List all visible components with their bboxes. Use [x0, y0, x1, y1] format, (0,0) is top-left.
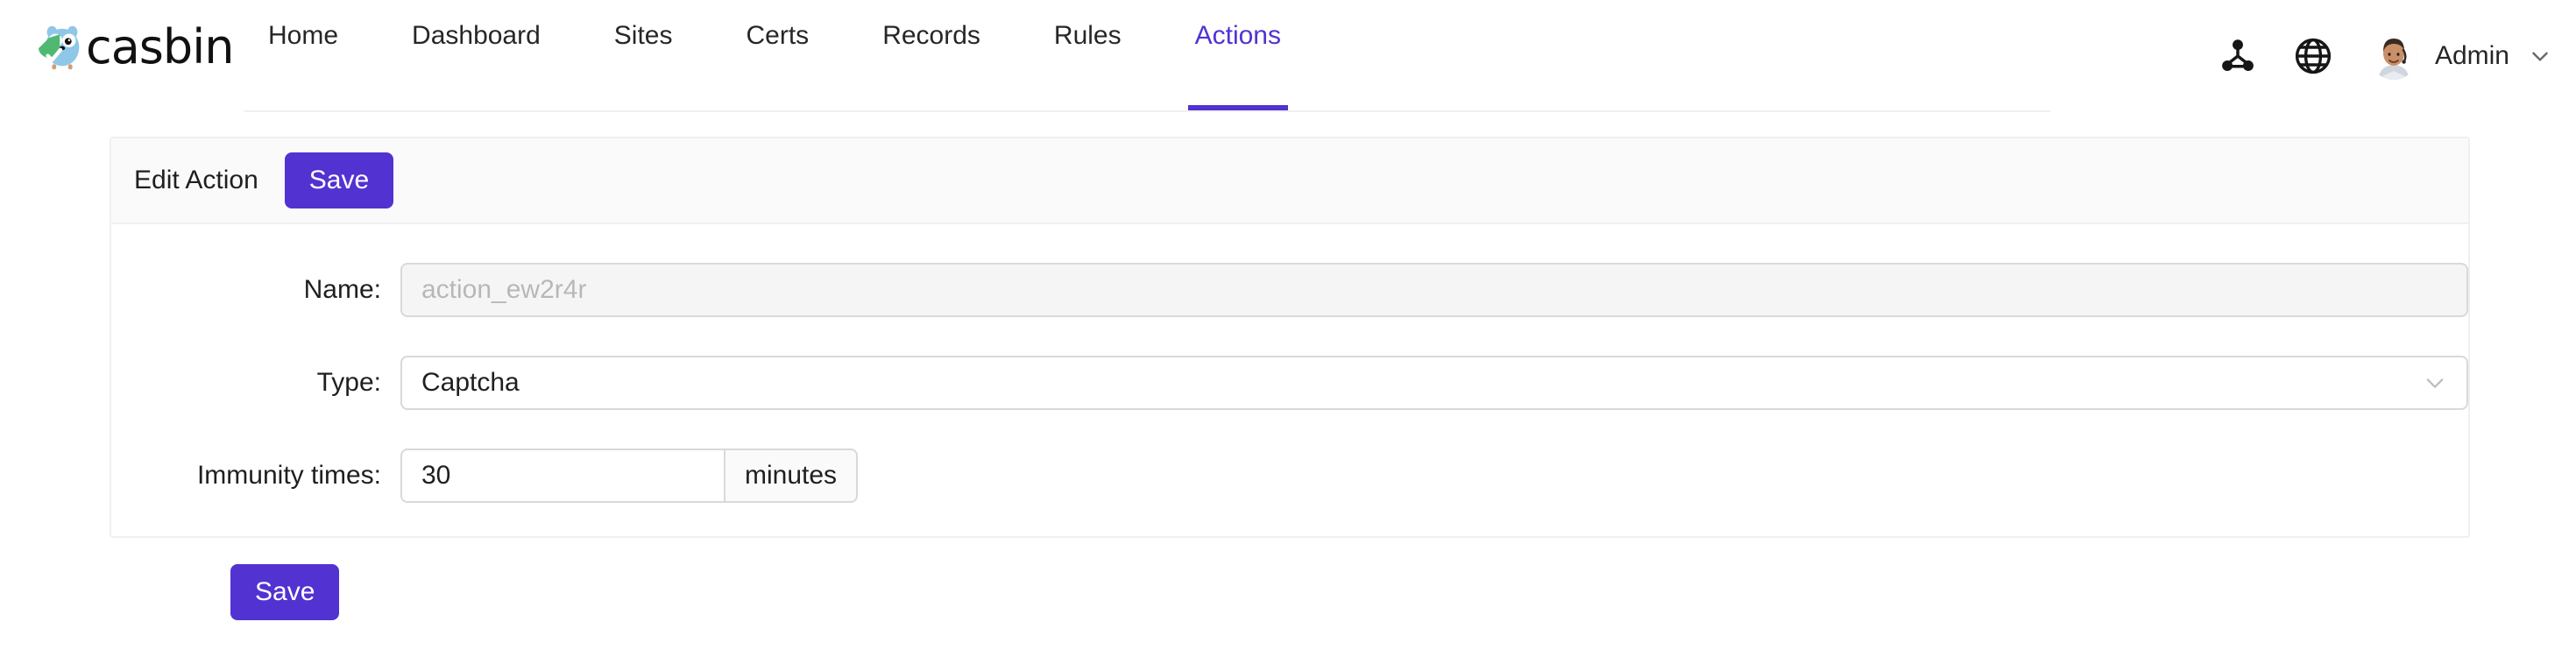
nav-item-label: Dashboard [412, 21, 541, 51]
nav-item-home[interactable]: Home [244, 0, 363, 110]
chevron-down-icon [2423, 371, 2447, 395]
immunity-times-unit-addon: minutes [725, 449, 858, 503]
nav-item-label: Actions [1195, 21, 1281, 51]
page-title: Edit Action [134, 166, 258, 195]
nav-item-certs[interactable]: Certs [722, 0, 834, 110]
account-name: Admin [2435, 41, 2509, 71]
form-row-immunity-times: Immunity times: 30 minutes [111, 449, 2468, 503]
brand-logo-link[interactable]: casbin [35, 18, 233, 77]
brand-wordmark: casbin [86, 24, 233, 71]
type-select-value: Captcha [421, 368, 520, 398]
type-label: Type: [111, 368, 400, 398]
form-row-type: Type: Captcha [111, 356, 2468, 410]
immunity-times-input[interactable]: 30 [400, 449, 725, 503]
app-header: casbin Home Dashboard Sites Certs Record… [0, 0, 2576, 112]
card-body: Name: action_ew2r4r Type: Captcha Immuni… [111, 224, 2468, 536]
nav-item-label: Sites [614, 21, 673, 51]
type-select[interactable]: Captcha [400, 356, 2468, 410]
nav-item-label: Home [268, 21, 338, 51]
nav-item-actions[interactable]: Actions [1171, 0, 1306, 110]
nav-item-label: Certs [747, 21, 810, 51]
nav-item-rules[interactable]: Rules [1030, 0, 1146, 110]
edit-action-card: Edit Action Save Name: action_ew2r4r Typ… [110, 137, 2470, 538]
nav-item-label: Records [882, 21, 980, 51]
immunity-times-group: 30 minutes [400, 449, 858, 503]
immunity-times-label: Immunity times: [111, 461, 400, 491]
account-menu[interactable]: Admin [2351, 32, 2551, 80]
name-label: Name: [111, 275, 400, 305]
user-avatar-photo [2370, 32, 2417, 80]
nav-item-label: Rules [1054, 21, 1122, 51]
save-button-header[interactable]: Save [285, 152, 393, 208]
nav-item-sites[interactable]: Sites [590, 0, 697, 110]
casbin-gopher-shield-logo-icon [35, 20, 89, 74]
header-actions: Admin [2200, 0, 2551, 112]
save-button-footer[interactable]: Save [230, 564, 339, 620]
name-input[interactable]: action_ew2r4r [400, 263, 2468, 317]
nav-item-dashboard[interactable]: Dashboard [387, 0, 565, 110]
share-network-icon[interactable] [2200, 0, 2275, 112]
form-row-name: Name: action_ew2r4r [111, 263, 2468, 317]
globe-icon[interactable] [2275, 0, 2351, 112]
chevron-down-icon [2529, 45, 2551, 67]
nav-item-records[interactable]: Records [858, 0, 1005, 110]
card-header: Edit Action Save [111, 138, 2468, 224]
main-navigation: Home Dashboard Sites Certs Records Rules… [244, 0, 2050, 112]
